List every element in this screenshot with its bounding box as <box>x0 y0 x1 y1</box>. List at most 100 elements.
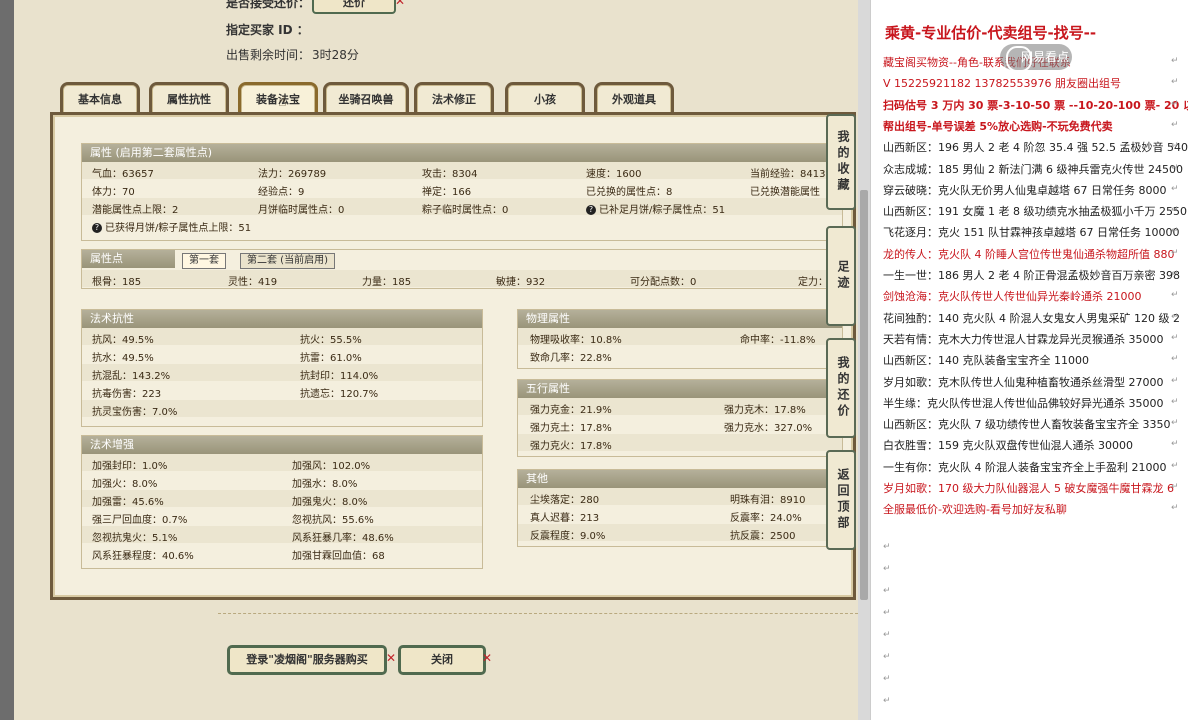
points-box: 属性点 第一套 第二套 (当前启用) 根骨：185 灵性：419 力量：185 … <box>81 249 843 289</box>
return-mark-icon: ↵ <box>1171 354 1179 365</box>
return-mark-icon: ↵ <box>883 608 891 618</box>
footprint-button[interactable]: 足迹 <box>826 226 856 326</box>
buyer-id-label: 指定买家 ID ： <box>226 23 309 37</box>
tab-basic-info[interactable]: 基本信息 <box>60 82 140 113</box>
doc-line: 半生缘：克火队传世混人传世仙品佛较好异光通杀 35000 <box>883 396 1164 410</box>
attr-cell: 气血：63657 <box>92 169 154 180</box>
doc-line: 山西新区：140 克队装备宝宝齐全 11000 <box>883 354 1089 368</box>
other-cell: 抗反震：2500 <box>730 531 796 542</box>
enhance-cell: 加强水：8.0% <box>292 479 358 490</box>
points-tab-first[interactable]: 第一套 <box>182 253 226 269</box>
points-tab-second[interactable]: 第二套 (当前启用) <box>240 253 335 269</box>
other-cell: 尘埃落定：280 <box>530 495 600 506</box>
doc-line: 一生有你：克火队 4 阶混人装备宝宝齐全上手盈利 21000 <box>883 460 1167 474</box>
attr-cell: 已兑换潜能属性 <box>750 187 820 198</box>
return-mark-icon: ↵ <box>883 630 891 640</box>
enhance-cell: 忽视抗鬼火：5.1% <box>92 533 178 544</box>
attr-cell: 潜能属性点上限：2 <box>92 205 179 216</box>
tab-child[interactable]: 小孩 <box>505 82 585 113</box>
return-mark-icon: ↵ <box>1171 56 1179 66</box>
scrollbar-thumb[interactable] <box>860 190 868 600</box>
return-mark-icon: ↵ <box>883 586 891 596</box>
spell-resist-title: 法术抗性 <box>82 310 482 328</box>
login-button-close-icon[interactable]: ✕ <box>386 651 396 665</box>
five-elements-box: 五行属性 强力克金：21.9% 强力克木：17.8% 强力克土：17.8% 强力… <box>517 379 843 457</box>
help-icon[interactable]: ? <box>586 205 596 215</box>
doc-line: 一生一世：186 男人 2 老 4 阶正骨混孟极妙音百万亲密 398 <box>883 269 1180 282</box>
tab-spell-correction[interactable]: 法术修正 <box>414 82 494 113</box>
physical-box: 物理属性 物理吸收率：10.8% 命中率：-11.8% 致命几率：22.8% <box>517 309 843 369</box>
doc-line: 山西新区：196 男人 2 老 4 阶忽 35.4 强 52.5 孟极妙音 54… <box>883 141 1188 155</box>
return-mark-icon: ↵ <box>1171 162 1179 173</box>
doc-line: 花间独酌：140 克火队 4 阶混人女鬼女人男鬼采矿 120 级 2 <box>883 311 1180 325</box>
attr-note: ? 已获得月饼/粽子属性点上限：51 <box>92 219 251 234</box>
return-mark-icon: ↵ <box>883 564 891 574</box>
resist-cell: 抗火：55.5% <box>300 335 362 346</box>
return-mark-icon: ↵ <box>1171 396 1179 407</box>
return-mark-icon: ↵ <box>1171 439 1179 450</box>
attr-cell: 当前经验：8413 <box>750 169 826 180</box>
enhance-cell: 加强封印：1.0% <box>92 461 168 472</box>
doc-line: 岁月如歌：克木队传世人仙鬼种植畜牧通杀丝滑型 27000 <box>883 375 1164 389</box>
doc-line: 岁月如歌：170 级大力队仙器混人 5 破女魔强牛魔甘霖龙 6 <box>883 482 1174 495</box>
resist-cell: 抗风：49.5% <box>92 335 154 346</box>
tab-appearance-items[interactable]: 外观道具 <box>594 82 674 113</box>
return-mark-icon: ↵ <box>1171 332 1179 343</box>
return-mark-icon: ↵ <box>1171 311 1179 322</box>
return-mark-icon: ↵ <box>1171 205 1179 216</box>
other-cell: 真人迟暮：213 <box>530 513 600 524</box>
enhance-cell: 强三尸回血度：0.7% <box>92 515 188 526</box>
points-box-title: 属性点 <box>82 250 175 268</box>
login-server-buy-button[interactable]: 登录"凌烟阁"服务器购买 <box>227 645 387 675</box>
points-cell: 力量：185 <box>362 277 412 288</box>
element-cell: 强力克土：17.8% <box>530 423 612 434</box>
return-mark-icon: ↵ <box>1171 226 1179 237</box>
enhance-cell: 加强甘霖回血值：68 <box>292 551 385 562</box>
resist-cell: 抗雷：61.0% <box>300 353 362 364</box>
attribute-box-title: 属性 (启用第二套属性点) <box>82 144 842 162</box>
doc-line: 天若有情：克木大力传世混人甘霖龙异光灵猴通杀 35000 <box>883 332 1164 346</box>
tab-mount-summon[interactable]: 坐骑召唤兽 <box>323 82 409 113</box>
my-favorites-button[interactable]: 我的收藏 <box>826 114 856 210</box>
attr-cell: 体力：70 <box>92 187 135 198</box>
return-mark-icon: ↵ <box>883 674 891 684</box>
close-button[interactable]: 关闭 <box>398 645 486 675</box>
other-cell: 反震程度：9.0% <box>530 531 606 542</box>
doc-line: 山西新区：克火队 7 级功绩传世人畜牧装备宝宝齐全 3350 <box>883 418 1171 432</box>
points-cell: 可分配点数：0 <box>630 277 697 288</box>
doc-line: 飞花逐月：克火 151 队甘霖神孩卓越塔 67 日常任务 10000 <box>883 226 1180 240</box>
tab-attribute-resist[interactable]: 属性抗性 <box>149 82 229 113</box>
enhance-cell: 风系狂暴程度：40.6% <box>92 551 194 562</box>
points-cell: 敏捷：932 <box>496 277 546 288</box>
physical-cell: 致命几率：22.8% <box>530 353 612 364</box>
return-mark-icon: ↵ <box>1171 418 1179 429</box>
enhance-cell: 加强鬼火：8.0% <box>292 497 368 508</box>
resist-cell: 抗灵宝伤害：7.0% <box>92 407 178 418</box>
doc-line: 穿云破晓：克火队无价男人仙鬼卓越塔 67 日常任务 8000 <box>883 183 1167 197</box>
enhance-cell: 风系狂暴几率：48.6% <box>292 533 394 544</box>
help-icon[interactable]: ? <box>92 223 102 233</box>
attr-cell: 法力：269789 <box>258 169 327 180</box>
attribute-box: 属性 (启用第二套属性点) 气血：63657 法力：269789 攻击：8304… <box>81 143 843 241</box>
spell-enhance-box: 法术增强 加强封印：1.0% 加强风：102.0% 加强火：8.0% 加强水：8… <box>81 435 483 569</box>
counter-close-icon[interactable]: ✕ <box>395 0 405 8</box>
other-cell: 反震率：24.0% <box>730 513 802 524</box>
attr-note-text: 已获得月饼/粽子属性点上限：51 <box>105 223 252 234</box>
return-mark-icon: ↵ <box>883 652 891 662</box>
remaining-time-value: 3时28分 <box>312 48 359 62</box>
return-mark-icon: ↵ <box>1171 503 1179 514</box>
physical-cell: 命中率：-11.8% <box>740 335 816 346</box>
trade-window: 是否接受还价： 还价 ✕ 指定买家 ID ： 出售剩余时间： 3时28分 基本信… <box>0 0 870 720</box>
my-counter-offers-button[interactable]: 我的还价 <box>826 338 856 438</box>
back-to-top-button[interactable]: 返回顶部 <box>826 450 856 550</box>
points-cell: 定力： <box>798 277 828 288</box>
close-button-x-icon[interactable]: ✕ <box>482 651 492 665</box>
doc-line: 龙的传人：克火队 4 阶睡人宫位传世鬼仙通杀物超所值 880 <box>883 247 1175 261</box>
points-cell: 灵性：419 <box>228 277 278 288</box>
counter-offer-button[interactable]: 还价 <box>312 0 396 14</box>
return-mark-icon: ↵ <box>1171 119 1179 130</box>
attr-cell: 经验点：9 <box>258 187 305 198</box>
enhance-cell: 加强火：8.0% <box>92 479 158 490</box>
doc-line: 帮出组号-单号误差 5%放心选购-不玩免费代卖 <box>883 119 1113 133</box>
physical-cell: 物理吸收率：10.8% <box>530 335 622 346</box>
